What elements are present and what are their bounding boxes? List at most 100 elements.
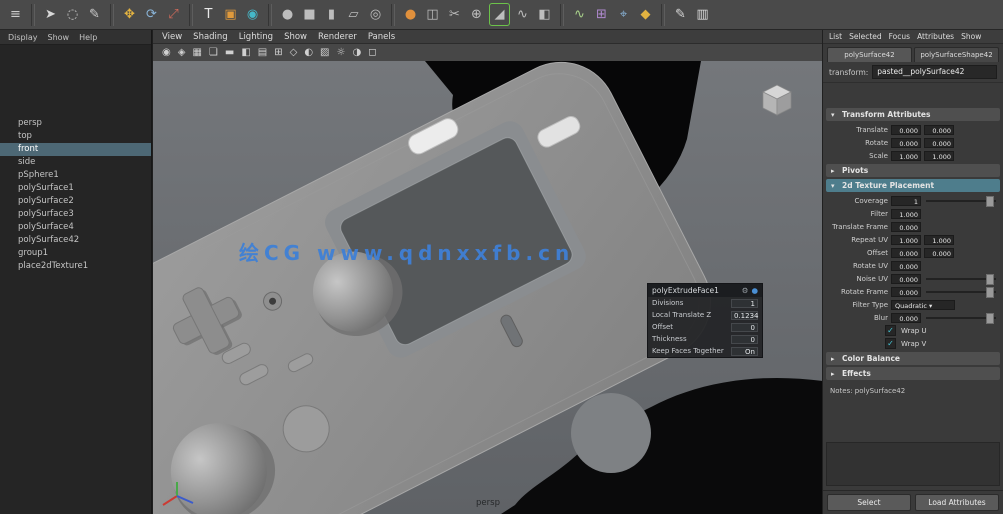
slider-handle[interactable] [986, 313, 994, 324]
outliner-item[interactable]: polySurface1 [0, 182, 151, 195]
bevel-tool-icon[interactable]: ◢ [489, 3, 510, 26]
cube-primitive-icon[interactable]: ■ [300, 4, 319, 25]
gear-icon[interactable]: ⚙ [742, 286, 749, 295]
load-attributes-button[interactable]: Load Attributes [915, 494, 999, 511]
outliner-item[interactable]: polySurface4 [0, 221, 151, 234]
ae-menu-selected[interactable]: Selected [849, 32, 882, 41]
outliner-menu-help[interactable]: Help [79, 33, 97, 42]
xray-icon[interactable]: ◻ [368, 48, 376, 58]
value-field[interactable]: 0.000 [891, 274, 921, 284]
torus-primitive-icon[interactable]: ◎ [366, 4, 385, 25]
value-field[interactable]: 0.000 [891, 125, 921, 135]
viewport-menu-show[interactable]: Show [284, 32, 307, 42]
value-field[interactable]: 0.000 [891, 222, 921, 232]
hud-row-value[interactable]: On [731, 347, 758, 356]
in-view-editor-title[interactable]: polyExtrudeFace1 ⚙ ● [648, 284, 762, 297]
outliner-item[interactable]: place2dTexture1 [0, 260, 151, 273]
slider-handle[interactable] [986, 196, 994, 207]
value-field[interactable]: 1 [891, 196, 921, 206]
section-header[interactable]: ▾2d Texture Placement [826, 179, 1000, 192]
pen-tool-icon[interactable]: ✎ [671, 4, 690, 25]
view-cube[interactable] [757, 81, 797, 121]
field-chart-icon[interactable]: ▤ [258, 48, 267, 58]
checkbox[interactable]: ✓ [885, 325, 896, 336]
slider[interactable] [926, 200, 996, 202]
select-tool-icon[interactable]: ➤ [41, 4, 60, 25]
viewport-menu-renderer[interactable]: Renderer [318, 32, 357, 42]
lighting-icon[interactable]: ☼ [337, 48, 346, 58]
outliner-item[interactable]: polySurface3 [0, 208, 151, 221]
lattice-icon[interactable]: ⊞ [592, 4, 611, 25]
value-field[interactable]: 1.000 [891, 235, 921, 245]
section-header[interactable]: ▸Pivots [826, 164, 1000, 177]
viewport-menu-shading[interactable]: Shading [193, 32, 228, 42]
select-button[interactable]: Select [827, 494, 911, 511]
value-field[interactable]: 0.000 [891, 248, 921, 258]
outliner-item[interactable]: side [0, 156, 151, 169]
constraint-icon[interactable]: ◆ [636, 4, 655, 25]
viewport-menu-view[interactable]: View [162, 32, 182, 42]
checkbox[interactable]: ✓ [885, 338, 896, 349]
slider[interactable] [926, 278, 996, 280]
bridge-tool-icon[interactable]: ◫ [423, 4, 442, 25]
node-name-field[interactable]: pasted__polySurface42 [872, 65, 997, 79]
outliner-item[interactable]: front [0, 143, 151, 156]
cylinder-primitive-icon[interactable]: ▮ [322, 4, 341, 25]
ae-menu-focus[interactable]: Focus [889, 32, 910, 41]
slider-handle[interactable] [986, 287, 994, 298]
shaded-icon[interactable]: ◐ [304, 48, 313, 58]
in-view-editor[interactable]: polyExtrudeFace1 ⚙ ● Divisions1Local Tra… [647, 283, 763, 358]
viewport-menu-panels[interactable]: Panels [368, 32, 395, 42]
measure-tool-icon[interactable]: ▥ [693, 4, 712, 25]
mirror-tool-icon[interactable]: ◧ [535, 4, 554, 25]
rotate-tool-icon[interactable]: ⟳ [142, 4, 161, 25]
value-field[interactable]: 0.000 [891, 261, 921, 271]
ae-tab[interactable]: polySurfaceShape42 [914, 47, 999, 62]
outliner-item[interactable]: top [0, 130, 151, 143]
hud-row-value[interactable]: 0.1234 [731, 311, 758, 320]
value-field[interactable]: 0.000 [924, 248, 954, 258]
outliner-menu-display[interactable]: Display [8, 33, 38, 42]
notes-area[interactable] [826, 442, 1000, 486]
section-header[interactable]: ▸Effects [826, 367, 1000, 380]
dropdown[interactable]: Quadratic ▾ [891, 300, 955, 310]
outliner-item[interactable]: polySurface2 [0, 195, 151, 208]
lock-camera-icon[interactable]: ◈ [178, 48, 186, 58]
ae-menu-show[interactable]: Show [961, 32, 981, 41]
pin-icon[interactable]: ● [751, 286, 758, 295]
hud-row-value[interactable]: 0 [731, 323, 758, 332]
slider-handle[interactable] [986, 274, 994, 285]
outliner-item[interactable]: group1 [0, 247, 151, 260]
gate-mask-icon[interactable]: ◧ [241, 48, 250, 58]
value-field[interactable]: 1.000 [924, 151, 954, 161]
value-field[interactable]: 0.000 [924, 125, 954, 135]
value-field[interactable]: 0.000 [891, 313, 921, 323]
curve-tool-icon[interactable]: ∿ [570, 4, 589, 25]
ae-menu-list[interactable]: List [829, 32, 842, 41]
multi-cut-tool-icon[interactable]: ✂ [445, 4, 464, 25]
slider[interactable] [926, 317, 996, 319]
grid-toggle-icon[interactable]: ▦ [192, 48, 201, 58]
sculpt-tool-icon[interactable]: ● [401, 4, 420, 25]
section-header[interactable]: ▸Color Balance [826, 352, 1000, 365]
outliner-item[interactable]: pSphere1 [0, 169, 151, 182]
ae-menu-attributes[interactable]: Attributes [917, 32, 954, 41]
safe-action-icon[interactable]: ⊞ [274, 48, 282, 58]
target-weld-tool-icon[interactable]: ⊕ [467, 4, 486, 25]
lasso-tool-icon[interactable]: ◌ [63, 4, 82, 25]
hud-row-value[interactable]: 1 [731, 299, 758, 308]
smooth-tool-icon[interactable]: ∿ [513, 4, 532, 25]
shadows-icon[interactable]: ◑ [352, 48, 361, 58]
value-field[interactable]: 1.000 [924, 235, 954, 245]
value-field[interactable]: 0.000 [924, 138, 954, 148]
resolution-gate-icon[interactable]: ▬ [225, 48, 234, 58]
plane-primitive-icon[interactable]: ▱ [344, 4, 363, 25]
outliner-item[interactable]: polySurface42 [0, 234, 151, 247]
textured-icon[interactable]: ▨ [320, 48, 329, 58]
outliner-item[interactable]: persp [0, 117, 151, 130]
menu-icon[interactable]: ≡ [6, 4, 25, 25]
outliner-menu-show[interactable]: Show [48, 33, 70, 42]
viewport-canvas[interactable]: 绘CG www.qdnxxfb.cn persp polyExtrudeFace… [153, 61, 823, 514]
ae-tab[interactable]: polySurface42 [827, 47, 912, 62]
value-field[interactable]: 1.000 [891, 151, 921, 161]
